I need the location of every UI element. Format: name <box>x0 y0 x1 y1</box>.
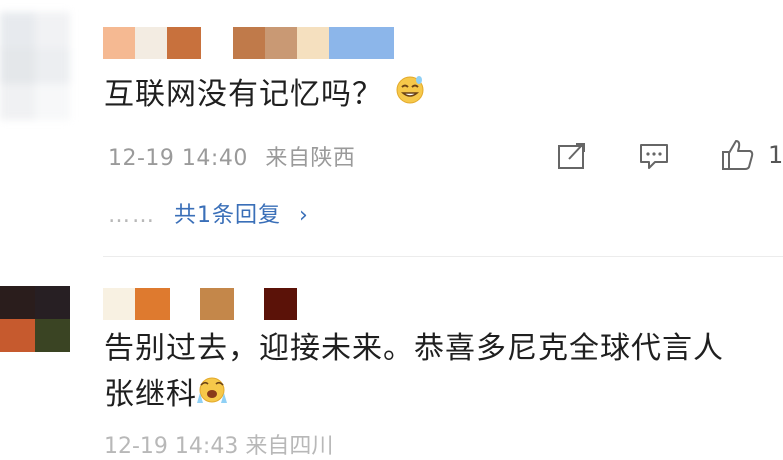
grin-sweat-emoji-icon <box>394 73 426 119</box>
avatar-pixel <box>0 12 35 48</box>
shocked-cry-emoji-icon <box>197 373 227 419</box>
comment-body: 互联网没有记忆吗？ <box>104 77 383 112</box>
name-mosaic-block <box>234 288 264 320</box>
username-mosaic[interactable] <box>103 27 394 59</box>
name-mosaic-block <box>135 288 170 320</box>
name-mosaic-block <box>135 27 167 59</box>
reply-dots: …… <box>108 203 156 228</box>
username-mosaic[interactable] <box>103 288 297 320</box>
comment-meta: 12-19 14:40 来自陕西 <box>108 140 355 172</box>
avatar[interactable] <box>0 12 70 120</box>
like-icon[interactable] <box>720 138 756 176</box>
name-mosaic-block <box>167 27 201 59</box>
like-count: 1 <box>768 141 783 169</box>
share-icon[interactable] <box>556 141 588 175</box>
avatar-pixel <box>35 12 70 48</box>
name-mosaic-block <box>170 288 200 320</box>
name-mosaic-block <box>264 288 297 320</box>
name-mosaic-block <box>297 27 329 59</box>
view-replies-link[interactable]: …… 共1条回复 › <box>108 197 309 229</box>
comment-meta-partial: 12-19 14:43 来自四川 <box>104 434 334 459</box>
comment-date: 12-19 14:40 <box>108 146 248 171</box>
avatar-pixel <box>0 48 35 84</box>
avatar-pixel <box>35 84 70 120</box>
divider <box>103 256 783 257</box>
name-mosaic-block <box>201 27 233 59</box>
name-mosaic-block <box>103 288 135 320</box>
avatar[interactable] <box>0 286 70 352</box>
avatar-pixel <box>0 319 35 352</box>
avatar-pixel <box>0 84 35 120</box>
name-mosaic-block <box>233 27 265 59</box>
name-mosaic-block <box>200 288 234 320</box>
name-mosaic-block <box>103 27 135 59</box>
comment-body-line2: 张继科 <box>104 372 724 419</box>
name-mosaic-block <box>265 27 297 59</box>
comment-location: 来自陕西 <box>265 146 356 171</box>
avatar-pixel <box>35 286 70 319</box>
comment-body-line1: 告别过去，迎接未来。恭喜多尼克全球代言人 <box>104 331 724 366</box>
avatar-pixel <box>0 286 35 319</box>
mention-name: 张继科 <box>104 377 197 412</box>
comment-icon[interactable] <box>638 141 670 175</box>
name-mosaic-block <box>329 27 394 59</box>
reply-count-label: 共1条回复 <box>174 203 281 228</box>
comment-text: 告别过去，迎接未来。恭喜多尼克全球代言人 张继科 <box>104 326 724 419</box>
chevron-right-icon: › <box>299 203 309 228</box>
comment-text: 互联网没有记忆吗？ <box>104 72 426 119</box>
avatar-pixel <box>35 48 70 84</box>
avatar-pixel <box>35 319 70 352</box>
